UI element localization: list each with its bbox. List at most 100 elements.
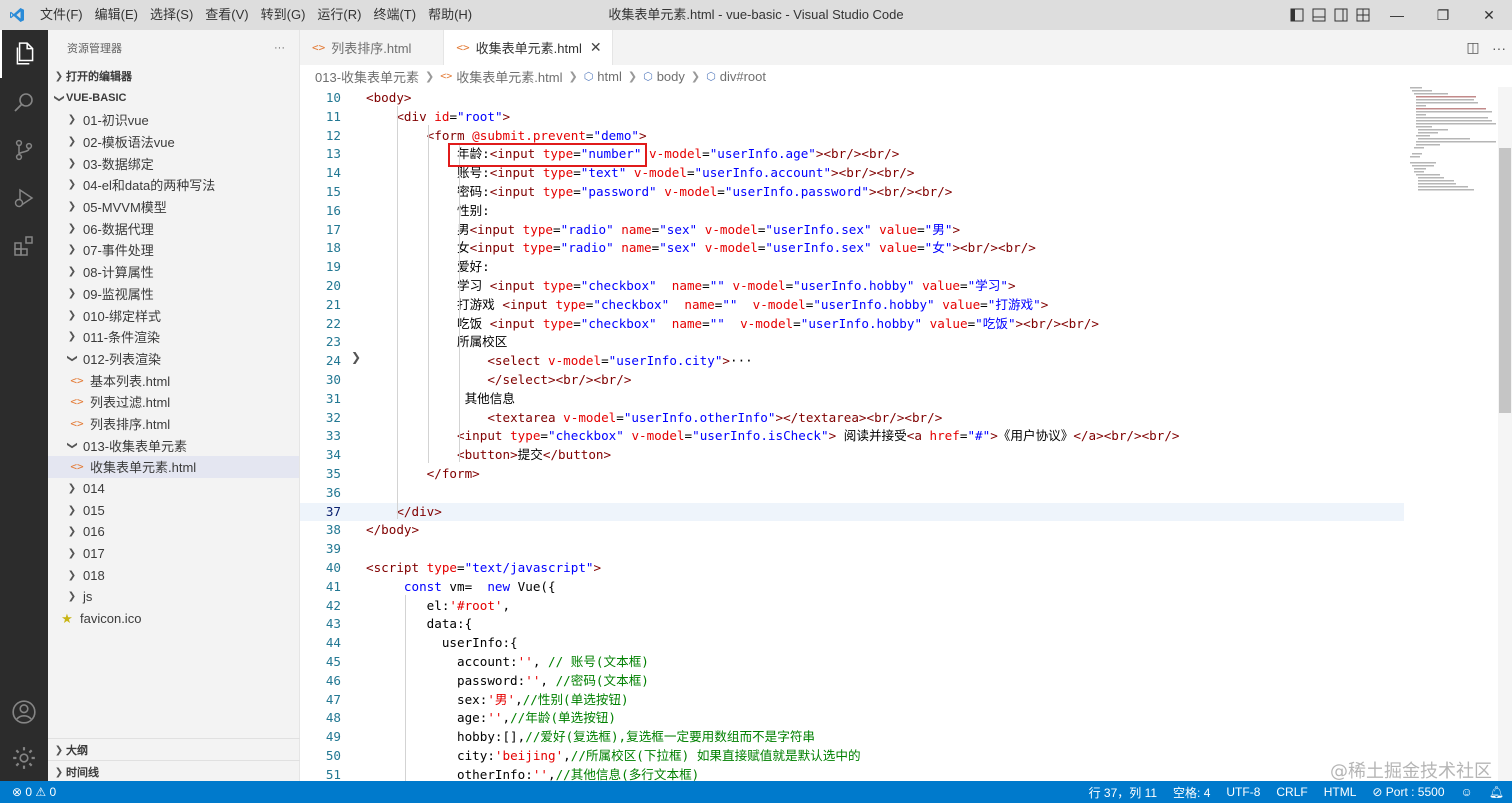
tree-folder[interactable]: ❯ 015 xyxy=(48,499,299,521)
scrollbar-thumb[interactable] xyxy=(1499,148,1511,413)
tree-folder[interactable]: ❯ 01-初识vue xyxy=(48,109,299,131)
open-editors-section[interactable]: ❯ 打开的编辑器 xyxy=(48,65,299,87)
project-section[interactable]: ❯ VUE-BASIC xyxy=(48,87,299,109)
tree-item-label: 列表过滤.html xyxy=(90,395,171,411)
tree-file[interactable]: <> 基本列表.html xyxy=(48,369,299,391)
manage-gear-icon[interactable] xyxy=(0,734,48,782)
code-text: el:'#root', xyxy=(366,597,510,616)
menu-item[interactable]: 选择(S) xyxy=(144,0,199,30)
code-text: </div> xyxy=(366,503,442,522)
code-token: v-model xyxy=(631,428,685,444)
chevron-right-icon: ❯ xyxy=(67,591,77,603)
code-editor[interactable]: 10 <body> 11 <div id="root"> 12 <form @subm… xyxy=(300,87,1512,781)
search-icon[interactable] xyxy=(0,78,48,126)
code-line: 32 <textarea v-model="userInfo.otherInfo… xyxy=(300,409,1404,428)
tree-folder[interactable]: ❯ 014 xyxy=(48,478,299,500)
code-text: 吃饭 <input type="checkbox" name="" v-mode… xyxy=(366,315,1099,334)
menu-item[interactable]: 转到(G) xyxy=(255,0,312,30)
customize-layout-icon[interactable] xyxy=(1352,0,1374,30)
tree-folder[interactable]: ❯ 08-计算属性 xyxy=(48,261,299,283)
split-editor-icon[interactable]: ◫ xyxy=(1460,39,1486,56)
tree-file[interactable]: <> 列表过滤.html xyxy=(48,391,299,413)
menu-item[interactable]: 文件(F) xyxy=(34,0,89,30)
tree-folder[interactable]: ❯ 013-收集表单元素 xyxy=(48,434,299,456)
extensions-icon[interactable] xyxy=(0,222,48,270)
code-line: 49 hobby:[],//爱好(复选框),复选框一定要用数组而不是字符串 xyxy=(300,728,1404,747)
timeline-section[interactable]: ❯ 时间线 xyxy=(48,761,300,783)
tree-folder[interactable]: ❯ js xyxy=(48,586,299,608)
timeline-label: 时间线 xyxy=(66,767,99,779)
run-debug-icon[interactable] xyxy=(0,174,48,222)
restore-button[interactable]: ❐ xyxy=(1420,0,1466,30)
breadcrumb-html[interactable]: html xyxy=(597,69,622,84)
tab-list-sort[interactable]: <> 列表排序.html xyxy=(300,30,445,65)
breadcrumb-folder[interactable]: 013-收集表单元素 xyxy=(315,67,419,86)
tree-file[interactable]: ★ favicon.ico xyxy=(48,608,299,630)
code-text: <div id="root"> xyxy=(366,108,510,127)
close-window-button[interactable]: ✕ xyxy=(1466,0,1512,30)
problems-indicator[interactable]: ⊗ 0 ⚠ 0 xyxy=(12,785,56,799)
menu-item[interactable]: 编辑(E) xyxy=(89,0,144,30)
notifications-bell-icon[interactable]: 🔔︎ xyxy=(1481,785,1512,799)
tree-folder[interactable]: ❯ 02-模板语法vue xyxy=(48,131,299,153)
language-mode[interactable]: HTML xyxy=(1316,785,1365,799)
accounts-icon[interactable] xyxy=(0,688,48,736)
tree-folder[interactable]: ❯ 05-MVVM模型 xyxy=(48,196,299,218)
source-control-icon[interactable] xyxy=(0,126,48,174)
code-token: = xyxy=(553,240,561,256)
tab-collect-form[interactable]: <> 收集表单元素.html ✕ xyxy=(444,30,613,65)
code-token: '' xyxy=(532,766,548,781)
code-text: age:'',//年龄(单选按钮) xyxy=(366,709,616,728)
menu-item[interactable]: 终端(T) xyxy=(367,0,422,30)
tree-folder[interactable]: ❯ 017 xyxy=(48,543,299,565)
code-token: <select xyxy=(487,353,548,369)
tree-folder[interactable]: ❯ 011-条件渲染 xyxy=(48,326,299,348)
indentation[interactable]: 空格: 4 xyxy=(1165,784,1218,801)
menu-item[interactable]: 帮助(H) xyxy=(422,0,478,30)
cursor-position[interactable]: 行 37，列 11 xyxy=(1081,784,1165,801)
menu-item[interactable]: 查看(V) xyxy=(199,0,254,30)
tree-item-label: 018 xyxy=(83,567,105,583)
encoding[interactable]: UTF-8 xyxy=(1218,785,1268,799)
more-actions-button[interactable]: ··· xyxy=(274,42,285,54)
breadcrumb-body[interactable]: body xyxy=(657,69,685,84)
code-token: name xyxy=(621,221,652,237)
chevron-down-icon: ❯ xyxy=(66,440,78,450)
feedback-icon[interactable]: ☺ xyxy=(1453,785,1481,799)
live-server-port[interactable]: ⊘ Port : 5500 xyxy=(1364,785,1452,799)
tree-folder[interactable]: ❯ 03-数据绑定 xyxy=(48,152,299,174)
menu-item[interactable]: 运行(R) xyxy=(311,0,367,30)
toggle-secondary-sidebar-icon[interactable] xyxy=(1330,0,1352,30)
outline-section[interactable]: ❯ 大纲 xyxy=(48,739,300,761)
tree-folder[interactable]: ❯ 04-el和data的两种写法 xyxy=(48,174,299,196)
tree-file[interactable]: <> 列表排序.html xyxy=(48,413,299,435)
tree-file[interactable]: <> 收集表单元素.html xyxy=(48,456,299,478)
chevron-right-icon: ❯ xyxy=(67,222,77,234)
toggle-panel-icon[interactable] xyxy=(1308,0,1330,30)
code-token: "userInfo.hobby" xyxy=(800,315,923,331)
code-line: 35 </form> xyxy=(300,465,1404,484)
tree-folder[interactable]: ❯ 07-事件处理 xyxy=(48,239,299,261)
minimap[interactable] xyxy=(1408,87,1498,197)
code-token: = xyxy=(702,146,710,162)
code-text: </body> xyxy=(366,521,419,540)
explorer-icon[interactable] xyxy=(0,30,48,78)
breadcrumb-div-root[interactable]: div#root xyxy=(720,69,766,84)
more-actions-icon[interactable]: ··· xyxy=(1486,40,1512,56)
minimize-button[interactable]: — xyxy=(1374,0,1420,30)
close-icon[interactable]: ✕ xyxy=(590,39,602,56)
tree-folder[interactable]: ❯ 06-数据代理 xyxy=(48,217,299,239)
code-token: "吃饭" xyxy=(975,315,1016,331)
fold-chevron-icon[interactable]: ❯ xyxy=(351,350,361,364)
line-ending[interactable]: CRLF xyxy=(1268,785,1315,799)
breadcrumb-file[interactable]: 收集表单元素.html xyxy=(456,67,562,86)
toggle-primary-sidebar-icon[interactable] xyxy=(1286,0,1308,30)
tree-folder[interactable]: ❯ 016 xyxy=(48,521,299,543)
code-token: <br/><br/> xyxy=(866,409,943,425)
tree-folder[interactable]: ❯ 012-列表渲染 xyxy=(48,348,299,370)
line-number: 16 xyxy=(325,202,341,218)
line-number: 19 xyxy=(325,259,341,275)
tree-folder[interactable]: ❯ 018 xyxy=(48,564,299,586)
tree-folder[interactable]: ❯ 09-监视属性 xyxy=(48,283,299,305)
tree-folder[interactable]: ❯ 010-绑定样式 xyxy=(48,304,299,326)
